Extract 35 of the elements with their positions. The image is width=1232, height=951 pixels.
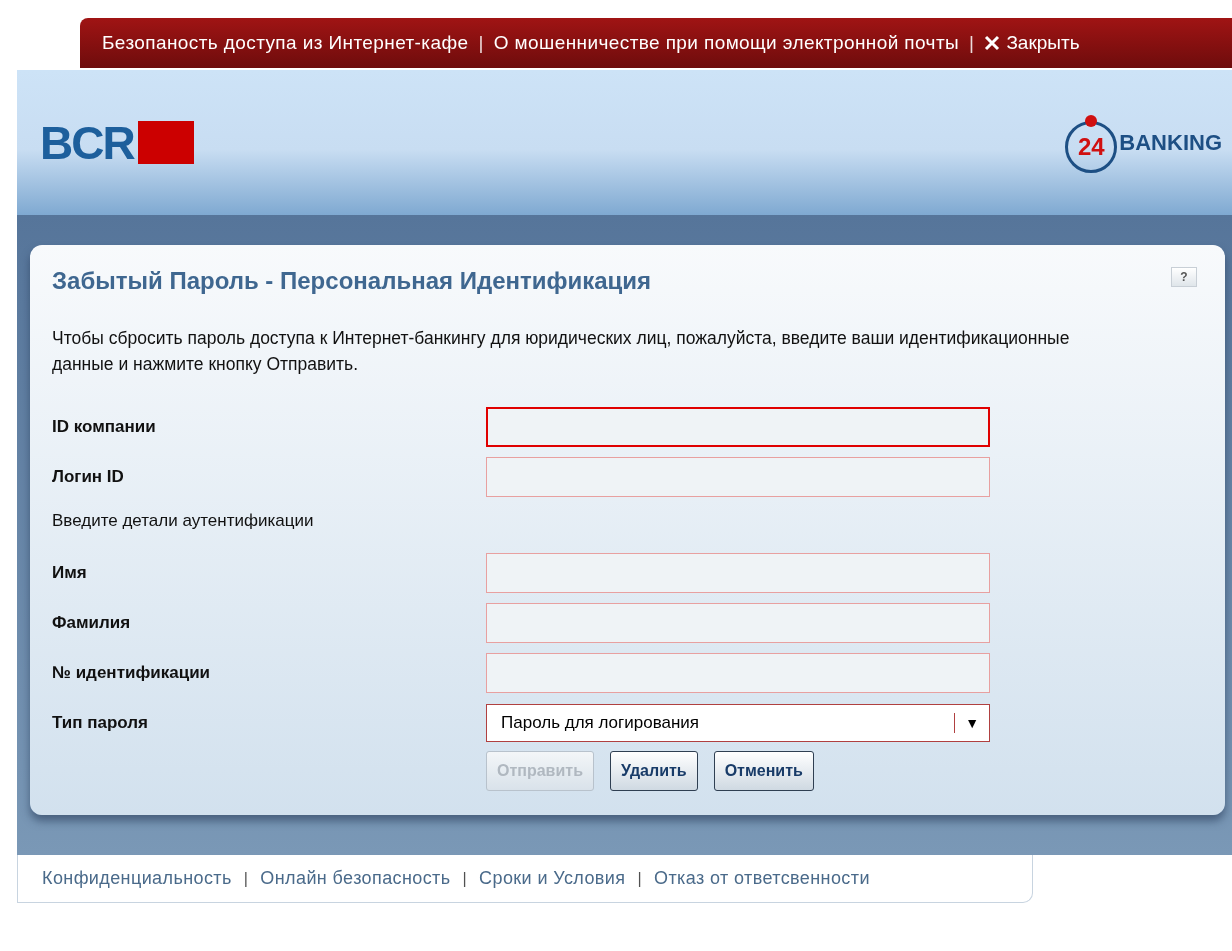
help-button[interactable]: ? bbox=[1171, 267, 1197, 287]
close-icon bbox=[984, 35, 1001, 51]
separator: | bbox=[243, 869, 249, 888]
password-type-dropdown[interactable]: Пароль для логирования ▼ bbox=[486, 704, 990, 742]
separator: | bbox=[462, 869, 468, 888]
field-label: Фамилия bbox=[52, 613, 132, 633]
logo-text: BCR bbox=[40, 115, 134, 170]
field-label: Логин ID bbox=[52, 467, 125, 487]
field-label: ID компании bbox=[52, 417, 157, 437]
nav-link[interactable]: Сроки и Условия bbox=[479, 868, 626, 889]
field-label: Имя bbox=[52, 563, 88, 583]
input-field[interactable] bbox=[486, 457, 990, 497]
input-field[interactable] bbox=[486, 407, 990, 447]
input-field[interactable] bbox=[486, 653, 990, 693]
field-label: № идентификации bbox=[52, 663, 212, 683]
close-button[interactable]: Закрыть bbox=[984, 32, 1080, 54]
logo-square bbox=[137, 121, 194, 164]
separator: | bbox=[637, 869, 642, 888]
nav-link[interactable]: О мошенничестве при помощи электронной почты bbox=[493, 32, 960, 54]
input-field[interactable] bbox=[486, 603, 990, 643]
nav-link[interactable]: Конфиденциальность bbox=[42, 868, 232, 889]
intro-text: Чтобы сбросить пароль доступа к Интернет-банкингу для юридических лиц, пожалуйста, введите ваши идентификационные данные и нажмите кнопку Отправить. bbox=[52, 327, 1071, 376]
form-button[interactable]: Отменить bbox=[713, 751, 814, 791]
section-note: Введите детали аутентификации bbox=[52, 511, 315, 531]
nav-link[interactable]: Отказ от ответсвенности bbox=[654, 868, 870, 889]
nav-link[interactable]: Безопаность доступа из Интернет-кафе bbox=[102, 32, 469, 54]
card-title: Забытый Пароль - Персональная Идентификация bbox=[52, 267, 652, 295]
nav-link[interactable]: Онлайн безопасность bbox=[260, 868, 451, 889]
input-field[interactable] bbox=[486, 553, 990, 593]
separator: | bbox=[478, 32, 484, 54]
badge-dot bbox=[1085, 114, 1098, 127]
separator: | bbox=[969, 32, 975, 54]
badge-text: BANKING bbox=[1119, 129, 1222, 156]
field-label: Тип пароля bbox=[52, 713, 149, 733]
form-button[interactable]: Удалить bbox=[609, 751, 698, 791]
